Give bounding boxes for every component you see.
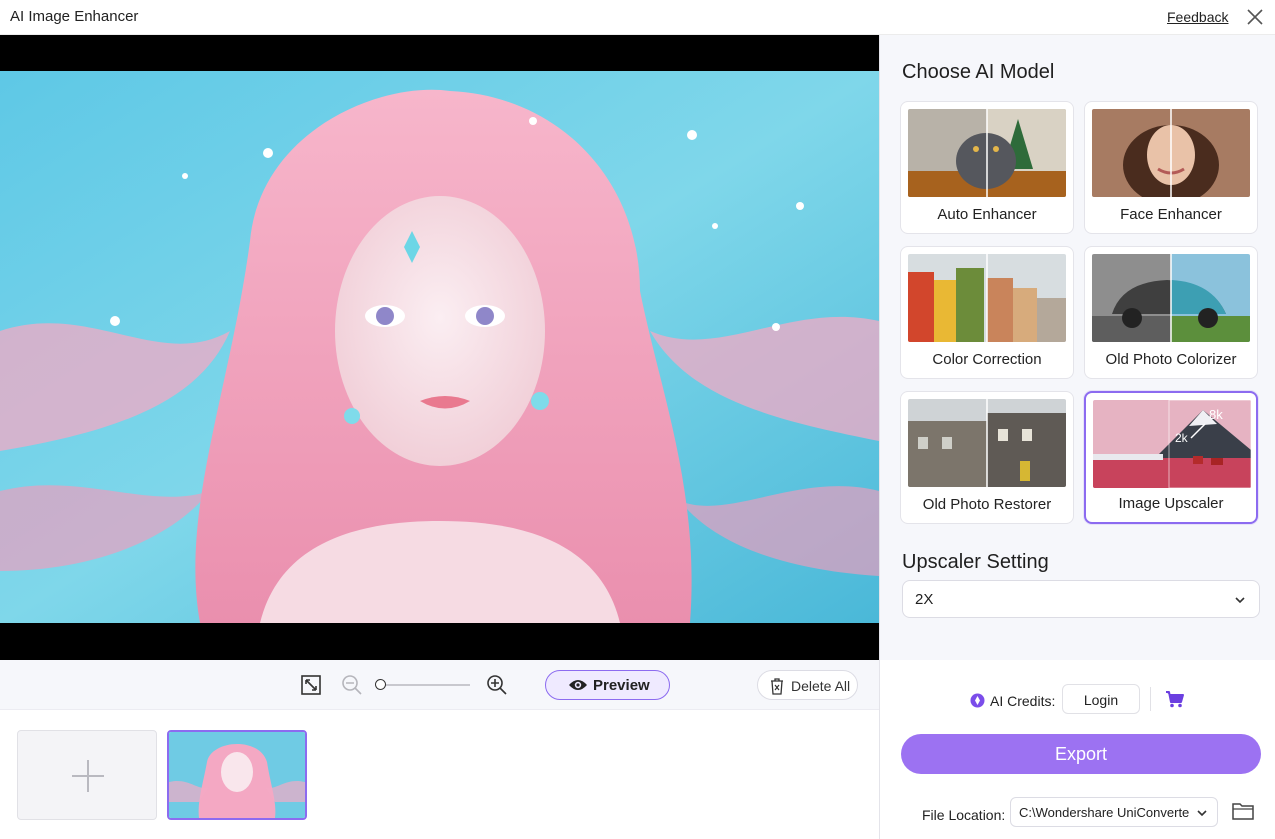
chevron-down-icon bbox=[1197, 810, 1207, 817]
model-card-color-correction[interactable]: Color Correction bbox=[900, 246, 1074, 379]
file-location-value: C:\Wondershare UniConverte bbox=[1019, 805, 1190, 820]
cat-photo-thumbnail bbox=[908, 109, 1066, 197]
landscape-photo-thumbnail: 8k 2k bbox=[1093, 400, 1251, 488]
mermaid-thumbnail-image bbox=[169, 732, 305, 818]
feedback-link[interactable]: Feedback bbox=[1167, 9, 1228, 25]
model-label: Image Upscaler bbox=[1118, 495, 1224, 512]
model-label: Face Enhancer bbox=[1120, 206, 1222, 223]
title-bar: AI Image Enhancer Feedback bbox=[0, 0, 1275, 35]
export-button[interactable]: Export bbox=[901, 734, 1261, 774]
choose-model-title: Choose AI Model bbox=[902, 61, 1055, 83]
houses-photo-thumbnail bbox=[908, 254, 1066, 342]
delete-all-button[interactable]: Delete All bbox=[757, 670, 858, 700]
cart-icon[interactable] bbox=[1165, 690, 1185, 708]
model-card-image-upscaler[interactable]: 8k 2k Image Upscaler bbox=[1084, 391, 1258, 524]
preview-image bbox=[0, 71, 879, 623]
export-panel: AI Credits: Login Export File Location: … bbox=[879, 660, 1275, 839]
upscale-badge-2k: 2k bbox=[1175, 431, 1189, 445]
image-thumbnail[interactable] bbox=[167, 730, 307, 820]
divider bbox=[1150, 687, 1151, 711]
model-card-old-photo-restorer[interactable]: Old Photo Restorer bbox=[900, 391, 1074, 524]
model-card-auto-enhancer[interactable]: Auto Enhancer bbox=[900, 101, 1074, 234]
app-title: AI Image Enhancer bbox=[10, 8, 139, 25]
preview-button-label: Preview bbox=[593, 677, 650, 694]
zoom-slider-handle[interactable] bbox=[375, 679, 386, 690]
preview-toolbar: Preview Delete All bbox=[0, 660, 879, 710]
upscaler-select-value: 2X bbox=[915, 591, 934, 608]
add-image-button[interactable] bbox=[17, 730, 157, 820]
model-card-old-photo-colorizer[interactable]: Old Photo Colorizer bbox=[1084, 246, 1258, 379]
trash-icon bbox=[771, 678, 783, 695]
file-location-select[interactable]: C:\Wondershare UniConverte bbox=[1010, 797, 1218, 827]
ai-credits-icon bbox=[970, 693, 985, 708]
delete-all-label: Delete All bbox=[791, 678, 851, 694]
model-label: Old Photo Restorer bbox=[922, 496, 1052, 513]
plus-icon bbox=[72, 760, 104, 792]
portrait-photo-thumbnail bbox=[1092, 109, 1250, 197]
preview-button[interactable]: Preview bbox=[545, 670, 670, 700]
model-card-face-enhancer[interactable]: Face Enhancer bbox=[1084, 101, 1258, 234]
upscaler-select[interactable]: 2X bbox=[902, 580, 1260, 618]
model-label: Color Correction bbox=[932, 351, 1042, 368]
zoom-in-icon[interactable] bbox=[485, 673, 509, 697]
zoom-slider-track[interactable] bbox=[379, 684, 470, 686]
upscaler-setting-title: Upscaler Setting bbox=[902, 551, 1049, 573]
buildings-photo-thumbnail bbox=[908, 399, 1066, 487]
zoom-out-icon[interactable] bbox=[340, 673, 364, 697]
car-photo-thumbnail bbox=[1092, 254, 1250, 342]
eye-icon bbox=[569, 680, 587, 690]
file-location-label: File Location: bbox=[922, 807, 1006, 823]
fit-screen-icon[interactable] bbox=[299, 673, 323, 697]
model-label: Auto Enhancer bbox=[937, 206, 1037, 223]
login-button-label: Login bbox=[1083, 692, 1119, 708]
export-button-label: Export bbox=[1054, 744, 1108, 764]
chevron-down-icon bbox=[1235, 597, 1245, 604]
model-label: Old Photo Colorizer bbox=[1105, 351, 1237, 368]
ai-credits-label: AI Credits: bbox=[990, 693, 1056, 709]
close-icon[interactable] bbox=[1244, 6, 1266, 28]
upscale-badge-8k: 8k bbox=[1209, 407, 1223, 422]
login-button[interactable]: Login bbox=[1062, 684, 1140, 714]
thumbnail-strip bbox=[0, 710, 879, 839]
model-panel: Choose AI Model Auto Enhancer Face Enhan… bbox=[879, 35, 1275, 660]
folder-icon[interactable] bbox=[1232, 801, 1254, 821]
preview-pane bbox=[0, 35, 879, 660]
